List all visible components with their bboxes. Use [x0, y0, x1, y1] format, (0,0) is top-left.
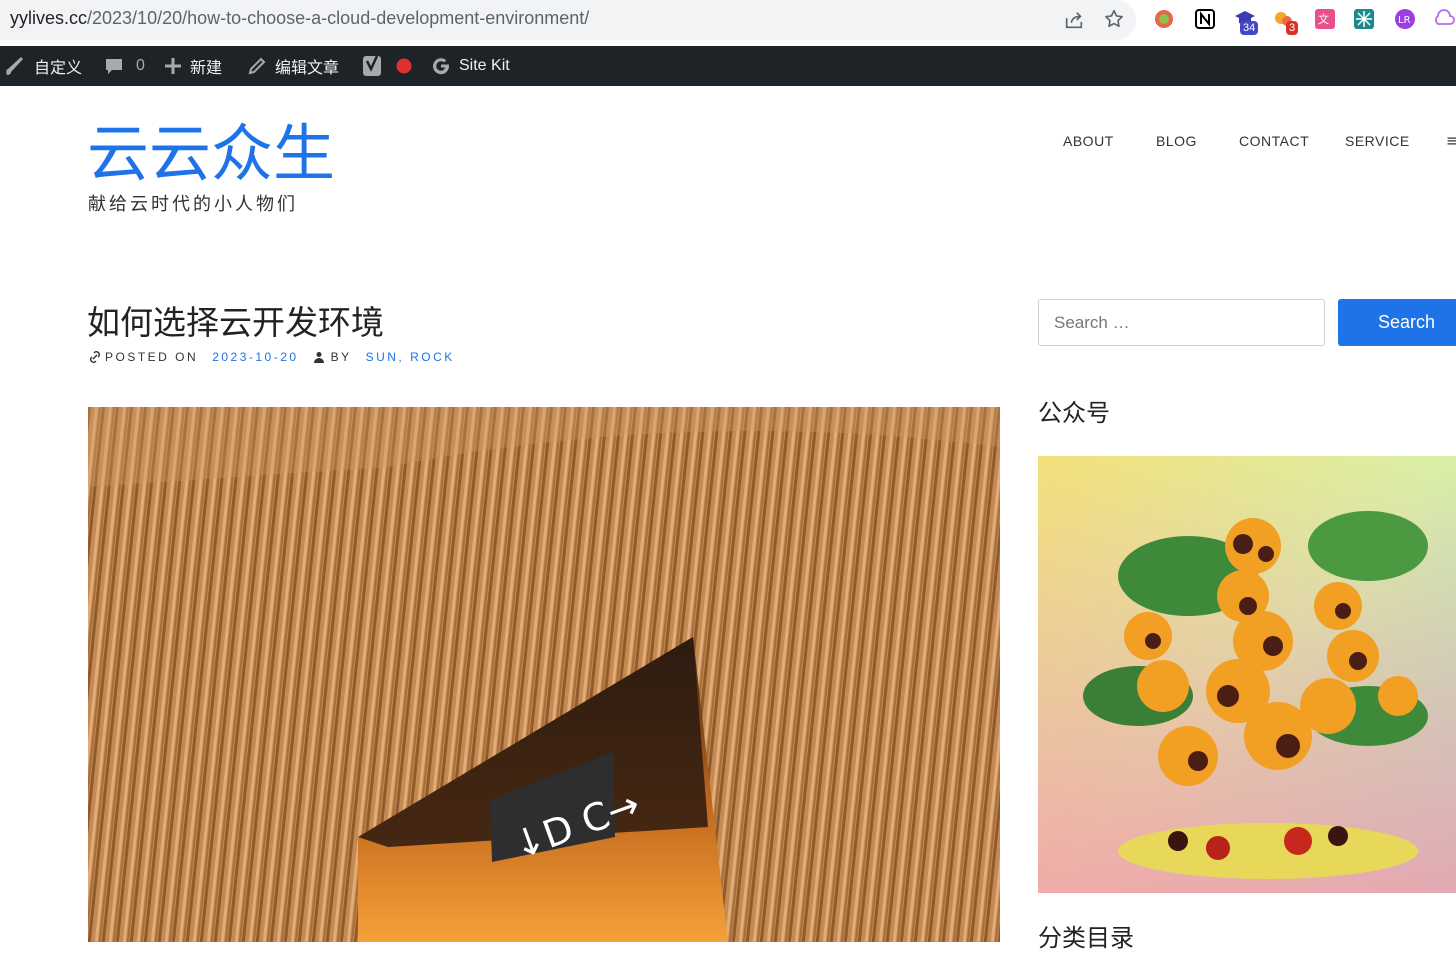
address-bar[interactable]: yylives.cc/2023/10/20/how-to-choose-a-cl…	[0, 0, 1136, 40]
browser-toolbar: yylives.cc/2023/10/20/how-to-choose-a-cl…	[0, 0, 1456, 46]
notion-icon[interactable]	[1194, 8, 1216, 30]
by-label: BY	[330, 350, 352, 364]
new-label: 新建	[190, 60, 223, 77]
menu-toggle-icon[interactable]: ≡	[1446, 131, 1456, 150]
bookmark-star-icon[interactable]	[1103, 8, 1125, 30]
edit-post-label: 编辑文章	[275, 60, 340, 77]
comment-bubble-icon	[106, 59, 122, 74]
search-button[interactable]: Search	[1338, 299, 1456, 346]
url-path: /2023/10/20/how-to-choose-a-cloud-develo…	[87, 8, 590, 28]
svg-text:文: 文	[1318, 12, 1329, 26]
user-icon	[313, 352, 324, 363]
featured-image: ↓D C→	[88, 407, 1000, 942]
site-description: 献给云时代的小人物们	[88, 194, 298, 215]
ant-illustration	[1038, 456, 1456, 893]
yoast-menu[interactable]	[362, 46, 412, 86]
site-kit-label: Site Kit	[459, 57, 510, 74]
nav-item-about[interactable]: ABOUT	[1063, 133, 1114, 149]
link-icon	[90, 351, 100, 363]
official-account-image	[1038, 456, 1456, 893]
post-authors-link[interactable]: SUN, ROCK	[366, 350, 455, 364]
widget-title-categories: 分类目录	[1038, 924, 1134, 952]
wp-admin-bar: 自定义 0 新建 编辑文章 Site Kit	[0, 46, 1456, 86]
customize-label: 自定义	[34, 60, 83, 77]
nav-item-contact[interactable]: CONTACT	[1239, 133, 1309, 149]
site-title[interactable]: 云云众生	[87, 118, 335, 190]
comments-count: 0	[136, 57, 145, 74]
url-host: yylives.cc	[10, 8, 88, 28]
search-input[interactable]	[1038, 299, 1325, 346]
extension-badge: 3	[1286, 21, 1299, 35]
circle-extension-icon[interactable]	[1153, 8, 1175, 30]
cloud-outline-icon[interactable]	[1433, 8, 1455, 30]
google-g-icon	[433, 58, 450, 75]
site-kit-menu[interactable]: Site Kit	[431, 46, 510, 86]
new-content-menu[interactable]: 新建	[164, 46, 222, 86]
posted-on-label: POSTED ON	[105, 350, 199, 364]
comments-menu[interactable]: 0	[104, 46, 145, 86]
network-extension-icon[interactable]	[1353, 8, 1375, 30]
url-text[interactable]: yylives.cc/2023/10/20/how-to-choose-a-cl…	[10, 8, 589, 29]
edit-post-menu[interactable]: 编辑文章	[247, 46, 339, 86]
yoast-icon	[363, 55, 381, 76]
post-date-link[interactable]: 2023-10-20	[212, 350, 298, 364]
seo-status-dot-icon	[396, 58, 412, 74]
paintbrush-icon	[6, 57, 24, 75]
wooden-slats-photo: ↓D C→	[88, 407, 1000, 942]
pencil-icon	[248, 57, 266, 75]
customize-menu[interactable]: 自定义	[4, 46, 82, 86]
nav-item-blog[interactable]: BLOG	[1156, 133, 1197, 149]
plus-icon	[165, 58, 181, 74]
extension-badge: 34	[1240, 21, 1259, 35]
translate-extension-icon[interactable]: 文	[1314, 8, 1336, 30]
post-title: 如何选择云开发环境	[87, 303, 384, 342]
share-icon[interactable]	[1063, 9, 1085, 31]
post-meta: POSTED ON 2023-10-20 BY SUN, ROCK	[88, 350, 455, 364]
widget-title-official-account: 公众号	[1038, 399, 1110, 427]
svg-text:LR: LR	[1398, 15, 1411, 26]
lr-extension-icon[interactable]: LR	[1394, 8, 1416, 30]
nav-item-service[interactable]: SERVICE	[1345, 133, 1410, 149]
